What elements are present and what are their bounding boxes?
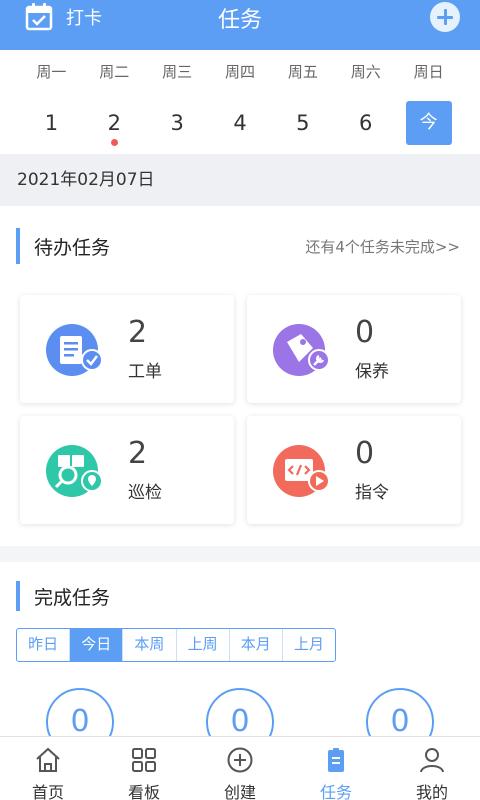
- tab-this-month[interactable]: 本月: [230, 629, 283, 661]
- inspection-icon: [46, 445, 102, 497]
- maintenance-label: 保养: [355, 362, 389, 382]
- nav-dashboard[interactable]: 看板: [96, 737, 192, 800]
- bottom-nav: 首页 看板 创建 任务 我的: [0, 736, 480, 800]
- nav-create[interactable]: 创建: [192, 737, 288, 800]
- section-header: 完成任务: [16, 578, 110, 614]
- header-bar: 打卡 任务: [0, 0, 480, 50]
- nav-label: 创建: [223, 783, 256, 800]
- command-count: 0: [355, 436, 375, 471]
- inspection-label: 巡检: [128, 483, 162, 503]
- weekday-label: 周三: [162, 63, 193, 81]
- command-label: 指令: [355, 483, 389, 503]
- weekday-label: 周一: [36, 63, 67, 81]
- tab-last-week[interactable]: 上周: [177, 629, 230, 661]
- task-clipboard-icon: [328, 748, 344, 772]
- user-icon: [420, 748, 444, 773]
- day-cell[interactable]: 6: [334, 101, 397, 145]
- day-number: 6: [359, 111, 373, 135]
- page-title: 任务: [217, 8, 262, 33]
- tab-last-month[interactable]: 上月: [283, 629, 335, 661]
- pending-tasks-section: 待办任务 还有4个任务未完成>> 2 工单 0 保养 2 巡检 0 指令: [0, 206, 480, 546]
- weekday-label: 周四: [225, 63, 256, 81]
- nav-tasks[interactable]: 任务: [288, 737, 384, 800]
- inspection-count: 2: [128, 436, 148, 471]
- inspection-tile[interactable]: 2 巡检: [20, 416, 234, 524]
- plus-circle-icon: [227, 747, 253, 773]
- task-dot-indicator: [110, 139, 118, 146]
- selected-date-bar: 2021年02月07日: [0, 154, 480, 206]
- workorder-label: 工单: [128, 362, 162, 382]
- day-cell[interactable]: 4: [209, 101, 272, 145]
- command-code-icon: [273, 445, 329, 497]
- day-cell[interactable]: 5: [271, 101, 334, 145]
- day-cell[interactable]: 1: [20, 101, 83, 145]
- nav-home[interactable]: 首页: [0, 737, 96, 800]
- nav-profile[interactable]: 我的: [384, 737, 480, 800]
- day-number: 5: [296, 111, 310, 135]
- section-accent-bar: [16, 581, 20, 611]
- maintenance-tag-icon: [273, 324, 329, 376]
- completed-tasks-section: 完成任务 昨日 今日 本周 上周 本月 上月 0 0 0: [0, 562, 480, 756]
- grid-icon: [132, 748, 156, 772]
- nav-label: 看板: [127, 783, 160, 800]
- weekday-label: 周二: [99, 63, 130, 81]
- tab-today[interactable]: 今日: [70, 629, 124, 661]
- day-number: 4: [233, 111, 247, 135]
- section-accent-bar: [16, 228, 20, 264]
- today-button[interactable]: 今: [405, 101, 452, 145]
- nav-label: 首页: [31, 783, 64, 800]
- day-row: 1 2 3 4 5 6 今: [20, 101, 460, 146]
- period-tabs: 昨日 今日 本周 上周 本月 上月: [16, 628, 336, 662]
- selected-date: 2021年02月07日: [17, 170, 155, 190]
- day-cell[interactable]: 2: [83, 101, 146, 146]
- day-cell[interactable]: 3: [146, 101, 209, 145]
- section-title: 完成任务: [34, 586, 111, 609]
- weekday-row: 周一 周二 周三 周四 周五 周六 周日: [20, 60, 460, 84]
- nav-label: 任务: [319, 783, 352, 800]
- workorder-count: 2: [128, 315, 148, 350]
- maintenance-tile[interactable]: 0 保养: [247, 295, 461, 403]
- day-number: 1: [44, 111, 59, 135]
- today-cell[interactable]: 今: [397, 101, 460, 145]
- section-title: 待办任务: [34, 236, 111, 259]
- workorder-icon: [46, 324, 102, 376]
- week-calendar: 周一 周二 周三 周四 周五 周六 周日 1 2 3 4 5 6 今: [0, 50, 480, 154]
- remaining-tasks-link[interactable]: 还有4个任务未完成>>: [305, 236, 460, 257]
- nav-label: 我的: [415, 783, 448, 800]
- tab-yesterday[interactable]: 昨日: [17, 629, 71, 661]
- command-tile[interactable]: 0 指令: [247, 416, 461, 524]
- weekday-label: 周五: [287, 63, 318, 81]
- workorder-tile[interactable]: 2 工单: [20, 295, 234, 403]
- day-number: 2: [107, 111, 121, 135]
- section-header: 待办任务: [16, 228, 110, 264]
- home-icon: [36, 747, 60, 772]
- weekday-label: 周日: [413, 63, 444, 81]
- add-icon[interactable]: [430, 2, 460, 32]
- tab-this-week[interactable]: 本周: [123, 629, 177, 661]
- weekday-label: 周六: [350, 63, 381, 81]
- maintenance-count: 0: [355, 315, 375, 350]
- day-number: 3: [170, 111, 184, 135]
